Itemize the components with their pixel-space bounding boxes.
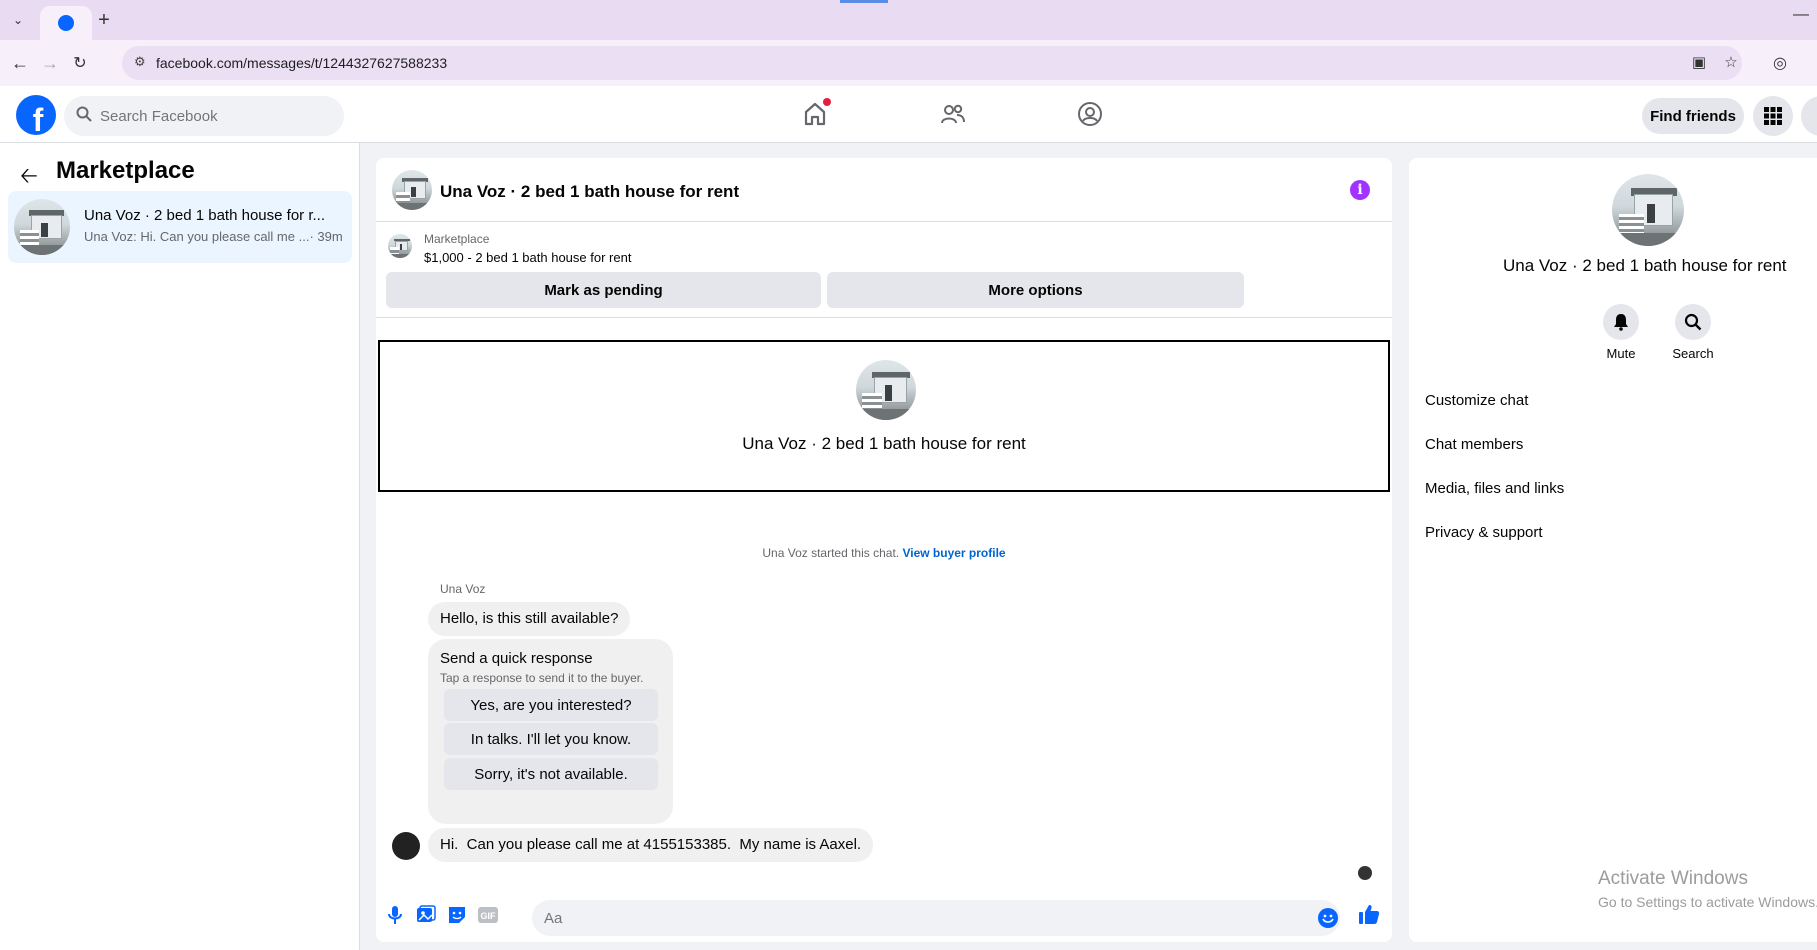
friends-icon (941, 104, 965, 124)
quick-response-title: Send a quick response (440, 650, 593, 667)
conversation-preview-text: Una Voz: Hi. Can you please call me ... (84, 229, 310, 244)
intro-avatar (856, 360, 916, 420)
watermark-line-1: Activate Windows (1598, 868, 1748, 889)
site-info-icon[interactable]: ⚙ (134, 54, 152, 72)
nav-friends[interactable] (903, 86, 1003, 142)
listing-price-title[interactable]: $1,000 - 2 bed 1 bath house for rent (424, 250, 631, 265)
browser-tab-bar: ⌄ + — (0, 0, 1817, 40)
notification-dot (823, 98, 831, 106)
message-bubble: Hello, is this still available? (428, 602, 631, 636)
chat-info-panel: Una Voz · 2 bed 1 bath house for rent Mu… (1409, 158, 1817, 942)
mute-label: Mute (1606, 346, 1636, 361)
conversation-sidebar: 🡠 Marketplace Una Voz · 2 bed 1 bath hou… (0, 143, 360, 950)
browser-toolbar: ← → ↻ ⚙ facebook.com/messages/t/12443276… (0, 40, 1817, 86)
back-arrow-icon[interactable]: ← (8, 51, 32, 75)
new-tab-plus-icon[interactable]: + (92, 8, 116, 32)
media-files-links-item[interactable]: Media, files and links (1425, 480, 1564, 497)
groups-icon (1078, 102, 1102, 126)
browser-tab-facebook[interactable] (40, 6, 92, 40)
facebook-logo-icon[interactable]: f (16, 95, 56, 135)
window-minimize-icon[interactable]: — (1793, 6, 1817, 30)
started-text: Una Voz started this chat. (762, 546, 903, 560)
menu-grid-button[interactable] (1753, 96, 1793, 136)
quick-response-yes-button[interactable]: Yes, are you interested? (444, 689, 658, 721)
view-buyer-profile-link[interactable]: View buyer profile (902, 546, 1005, 560)
svg-text:GIF: GIF (481, 911, 497, 921)
bookmark-star-icon[interactable]: ☆ (1720, 53, 1742, 75)
search-label: Search (1672, 346, 1714, 361)
install-app-icon[interactable]: ▣ (1688, 53, 1710, 75)
quick-response-in-talks-button[interactable]: In talks. I'll let you know. (444, 723, 658, 755)
tab-strip-accent (840, 0, 888, 3)
info-panel-title: Una Voz · 2 bed 1 bath house for rent (1503, 256, 1787, 275)
activate-windows-watermark: Activate Windows Go to Settings to activ… (1598, 868, 1817, 910)
facebook-search[interactable] (64, 96, 344, 136)
gif-icon[interactable]: GIF (477, 904, 499, 926)
message-input-wrap[interactable] (532, 900, 1340, 936)
conversation-name: Una Voz · 2 bed 1 bath house for r... (84, 207, 325, 224)
chat-title[interactable]: Una Voz · 2 bed 1 bath house for rent (440, 182, 739, 202)
seen-indicator-avatar (1358, 866, 1372, 880)
chat-header: Una Voz · 2 bed 1 bath house for rent i (376, 158, 1392, 222)
listing-bar: Marketplace $1,000 - 2 bed 1 bath house … (376, 222, 1392, 318)
thumbs-up-icon[interactable] (1357, 902, 1381, 926)
nav-groups[interactable] (1040, 86, 1140, 142)
message-composer: GIF (376, 890, 1392, 942)
info-panel-avatar (1612, 174, 1684, 246)
bell-icon (1603, 304, 1639, 340)
conversation-preview: Una Voz: Hi. Can you please call me ...·… (84, 229, 343, 244)
address-bar[interactable]: ⚙ facebook.com/messages/t/12443276275882… (122, 46, 1742, 80)
chat-intro-card: Una Voz · 2 bed 1 bath house for rent (378, 340, 1390, 492)
search-icon (1675, 304, 1711, 340)
watermark-line-2: Go to Settings to activate Windows. (1598, 894, 1817, 910)
quick-response-box: Send a quick response Tap a response to … (428, 639, 673, 824)
buyer-avatar[interactable] (392, 832, 420, 860)
profile-icon[interactable]: ◎ (1769, 53, 1791, 75)
notifications-bell-button[interactable] (1801, 96, 1817, 136)
conversation-item[interactable]: Una Voz · 2 bed 1 bath house for r... Un… (8, 191, 352, 263)
quick-response-subtitle: Tap a response to send it to the buyer. (440, 671, 644, 685)
intro-name: Una Voz · 2 bed 1 bath house for rent (742, 434, 1026, 453)
mute-action[interactable]: Mute (1591, 304, 1651, 361)
listing-thumbnail (14, 199, 70, 255)
forward-arrow-icon[interactable]: → (38, 51, 62, 75)
chat-panel: Una Voz · 2 bed 1 bath house for rent i … (376, 158, 1392, 942)
nav-home[interactable] (765, 86, 865, 142)
listing-label: Marketplace (424, 232, 490, 246)
photo-icon[interactable] (415, 904, 437, 926)
listing-small-thumbnail (388, 234, 412, 258)
search-action[interactable]: Search (1663, 304, 1723, 361)
customize-chat-item[interactable]: Customize chat (1425, 392, 1528, 409)
mark-as-pending-button[interactable]: Mark as pending (386, 272, 821, 308)
microphone-icon[interactable] (384, 904, 406, 926)
sticker-icon[interactable] (446, 904, 468, 926)
more-options-button[interactable]: More options (827, 272, 1244, 308)
sender-name: Una Voz (440, 582, 486, 596)
chat-members-item[interactable]: Chat members (1425, 436, 1523, 453)
privacy-support-item[interactable]: Privacy & support (1425, 524, 1543, 541)
url-text[interactable]: facebook.com/messages/t/1244327627588233 (156, 55, 447, 71)
tab-search-chevron-icon[interactable]: ⌄ (6, 8, 30, 32)
grid-menu-icon (1764, 107, 1782, 125)
info-icon[interactable]: i (1350, 180, 1370, 200)
message-input[interactable] (544, 900, 1304, 936)
search-icon (76, 106, 92, 127)
quick-response-not-available-button[interactable]: Sorry, it's not available. (444, 758, 658, 790)
sidebar-title: Marketplace (56, 157, 195, 184)
emoji-icon[interactable] (1318, 908, 1338, 928)
conversation-time: · 39m (309, 229, 343, 244)
message-bubble: Hi. Can you please call me at 4155153385… (428, 828, 874, 862)
chat-started-notice: Una Voz started this chat. View buyer pr… (376, 546, 1392, 560)
reload-icon[interactable]: ↻ (68, 51, 92, 75)
facebook-favicon-icon (58, 15, 74, 31)
find-friends-button[interactable]: Find friends (1642, 98, 1744, 134)
facebook-header: f Find friends (0, 86, 1817, 143)
chat-header-avatar[interactable] (392, 170, 432, 210)
search-input[interactable] (100, 96, 330, 136)
